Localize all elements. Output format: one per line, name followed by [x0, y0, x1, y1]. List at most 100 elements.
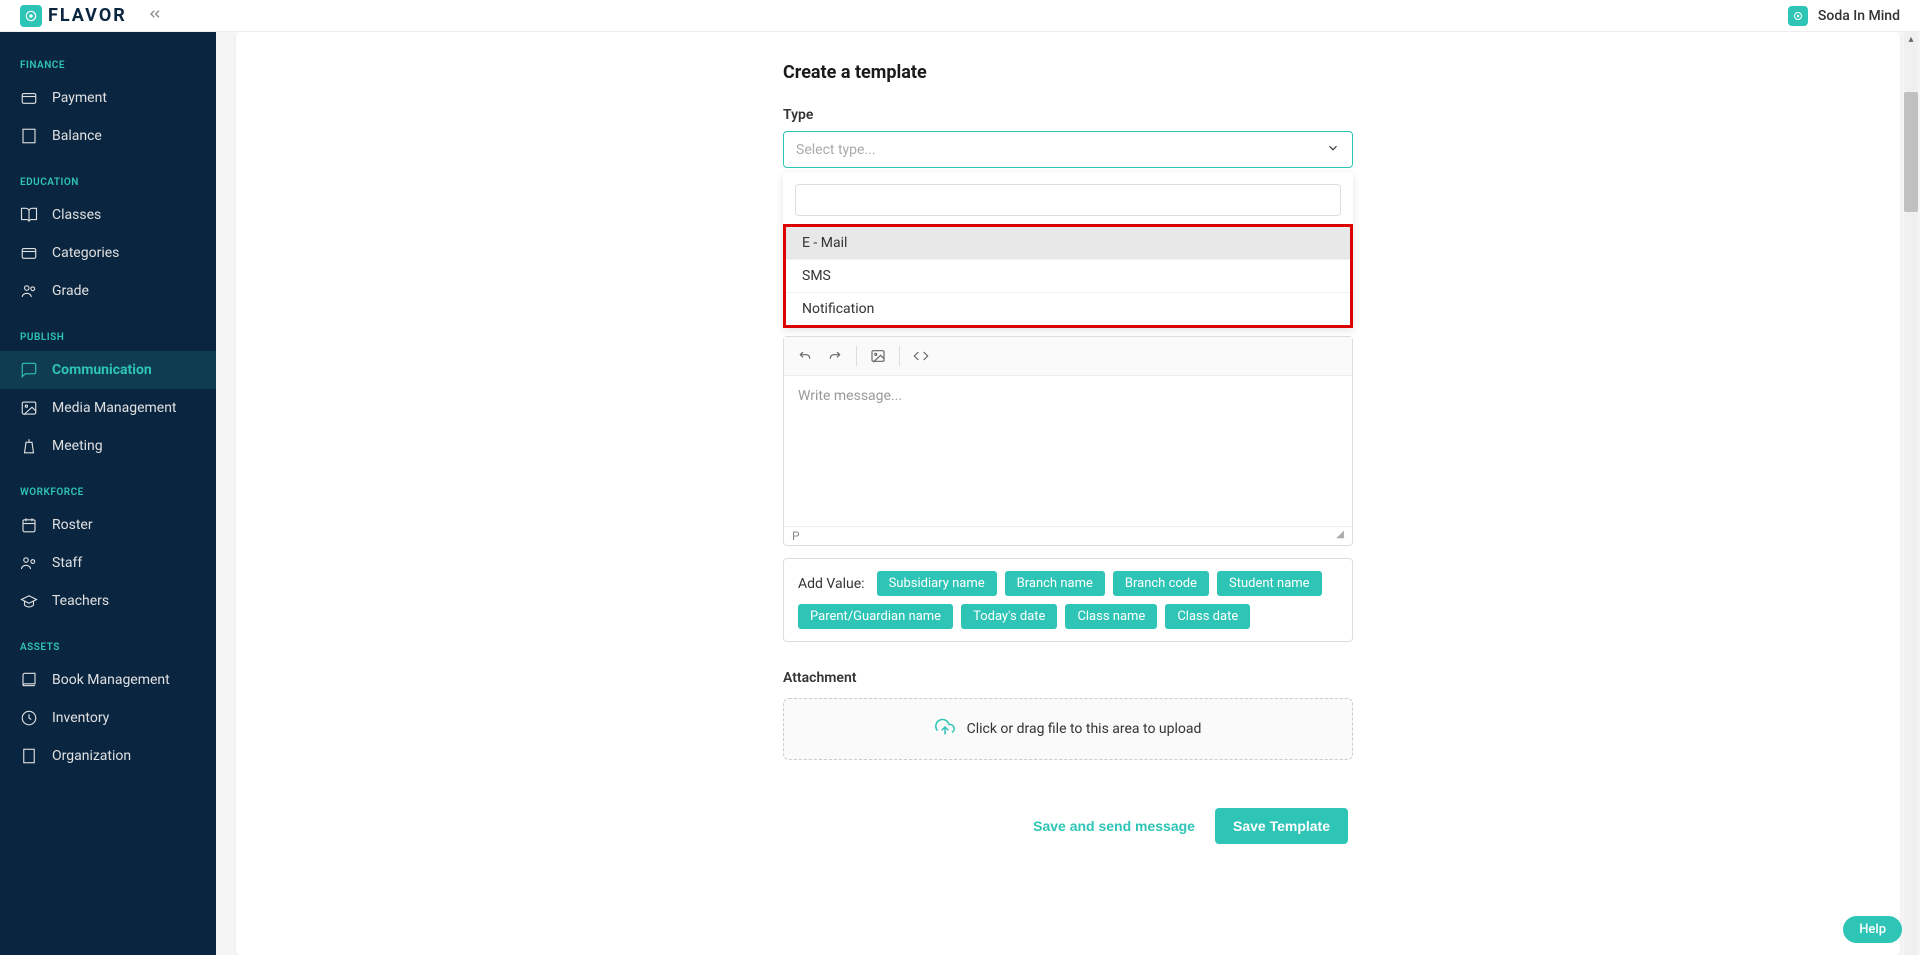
page-title: Create a template — [783, 62, 1353, 83]
form-actions: Save and send message Save Template — [783, 808, 1353, 844]
building-icon — [20, 127, 38, 145]
dropdown-options-highlight: E - MailSMSNotification — [783, 224, 1353, 328]
image-icon[interactable] — [865, 343, 891, 369]
sidebar-item-label: Roster — [52, 517, 93, 533]
sidebar-item-label: Payment — [52, 90, 107, 106]
sidebar-item-classes[interactable]: Classes — [0, 196, 216, 234]
logo[interactable]: FLAVOR — [20, 5, 127, 27]
podium-icon — [20, 437, 38, 455]
sidebar-item-label: Book Management — [52, 672, 170, 688]
dropdown-search-wrap — [795, 184, 1341, 216]
sidebar-section-title: EDUCATION — [0, 169, 216, 196]
upload-cloud-icon — [935, 717, 955, 741]
value-chip-class-date[interactable]: Class date — [1165, 604, 1250, 629]
sidebar-section-title: FINANCE — [0, 52, 216, 79]
dropdown-search-input[interactable] — [795, 184, 1341, 216]
attachment-label: Attachment — [783, 670, 1353, 686]
type-select-placeholder: Select type... — [796, 142, 876, 158]
resize-handle-icon[interactable]: ◢ — [1336, 529, 1344, 543]
image-icon — [20, 399, 38, 417]
calendar-icon — [20, 516, 38, 534]
redo-icon[interactable] — [822, 343, 848, 369]
sidebar-item-label: Teachers — [52, 593, 109, 609]
sidebar-item-communication[interactable]: Communication — [0, 351, 216, 389]
sidebar-item-staff[interactable]: Staff — [0, 544, 216, 582]
sidebar-item-media-management[interactable]: Media Management — [0, 389, 216, 427]
sidebar-item-teachers[interactable]: Teachers — [0, 582, 216, 620]
sidebar-item-grade[interactable]: Grade — [0, 272, 216, 310]
sidebar-item-label: Classes — [52, 207, 101, 223]
book-open-icon — [20, 206, 38, 224]
chat-icon — [20, 361, 38, 379]
upload-text: Click or drag file to this area to uploa… — [967, 721, 1202, 737]
sidebar-item-roster[interactable]: Roster — [0, 506, 216, 544]
sidebar-item-label: Staff — [52, 555, 82, 571]
sidebar-item-label: Inventory — [52, 710, 109, 726]
scroll-up-icon[interactable]: ▴ — [1904, 32, 1918, 46]
editor-path: P — [792, 529, 800, 543]
sidebar-section-title: PUBLISH — [0, 324, 216, 351]
logo-text: FLAVOR — [48, 5, 127, 26]
type-option-sms[interactable]: SMS — [786, 260, 1350, 293]
value-chip-parent-guardian-name[interactable]: Parent/Guardian name — [798, 604, 953, 629]
sidebar-item-label: Communication — [52, 362, 152, 378]
account-name[interactable]: Soda In Mind — [1818, 8, 1900, 24]
add-value-label: Add Value: — [798, 576, 865, 592]
sidebar-item-balance[interactable]: Balance — [0, 117, 216, 155]
sidebar-item-label: Media Management — [52, 400, 177, 416]
help-button[interactable]: Help — [1843, 916, 1902, 943]
upload-dropzone[interactable]: Click or drag file to this area to uploa… — [783, 698, 1353, 760]
sidebar-section-title: ASSETS — [0, 634, 216, 661]
toolbar-divider — [899, 346, 900, 366]
editor-statusbar: P ◢ — [784, 526, 1352, 545]
package-icon — [20, 709, 38, 727]
undo-icon[interactable] — [792, 343, 818, 369]
account-badge-icon — [1788, 6, 1808, 26]
type-option-notification[interactable]: Notification — [786, 293, 1350, 325]
scrollbar-thumb[interactable] — [1904, 92, 1918, 212]
chevron-down-icon — [1326, 140, 1340, 159]
book-icon — [20, 671, 38, 689]
logo-icon — [20, 5, 42, 27]
type-label: Type — [783, 107, 1353, 123]
sidebar-item-payment[interactable]: Payment — [0, 79, 216, 117]
value-chip-class-name[interactable]: Class name — [1065, 604, 1157, 629]
sidebar-item-label: Grade — [52, 283, 89, 299]
sidebar-item-label: Categories — [52, 245, 119, 261]
sidebar-item-label: Balance — [52, 128, 102, 144]
office-icon — [20, 747, 38, 765]
toolbar-divider — [856, 346, 857, 366]
folder-icon — [20, 244, 38, 262]
people-icon — [20, 554, 38, 572]
value-chip-subsidiary-name[interactable]: Subsidiary name — [877, 571, 997, 596]
sidebar-collapse-icon[interactable] — [147, 6, 163, 26]
editor-toolbar — [784, 337, 1352, 376]
value-chip-today-s-date[interactable]: Today's date — [961, 604, 1057, 629]
save-template-button[interactable]: Save Template — [1215, 808, 1348, 844]
sidebar-item-label: Organization — [52, 748, 131, 764]
sidebar-item-meeting[interactable]: Meeting — [0, 427, 216, 465]
editor-textarea[interactable]: Write message... — [784, 376, 1352, 526]
users-icon — [20, 282, 38, 300]
value-chip-branch-code[interactable]: Branch code — [1113, 571, 1209, 596]
save-and-send-button[interactable]: Save and send message — [1033, 818, 1195, 834]
type-option-e-mail[interactable]: E - Mail — [786, 227, 1350, 260]
sidebar: FINANCE Payment Balance EDUCATION Classes Cat… — [0, 32, 216, 955]
sidebar-section-title: WORKFORCE — [0, 479, 216, 506]
type-dropdown: E - MailSMSNotification — [783, 172, 1353, 328]
sidebar-item-label: Meeting — [52, 438, 103, 454]
message-editor: Write message... P ◢ — [783, 336, 1353, 546]
sidebar-item-inventory[interactable]: Inventory — [0, 699, 216, 737]
card-icon — [20, 89, 38, 107]
top-bar: FLAVOR Soda In Mind — [0, 0, 1920, 32]
sidebar-item-organization[interactable]: Organization — [0, 737, 216, 775]
code-icon[interactable] — [908, 343, 934, 369]
value-chip-branch-name[interactable]: Branch name — [1005, 571, 1105, 596]
sidebar-item-categories[interactable]: Categories — [0, 234, 216, 272]
value-chip-student-name[interactable]: Student name — [1217, 571, 1322, 596]
type-select[interactable]: Select type... — [783, 131, 1353, 168]
sidebar-item-book-management[interactable]: Book Management — [0, 661, 216, 699]
add-value-box: Add Value: Subsidiary name Branch name Bra… — [783, 558, 1353, 642]
main-content: ▴ Create a template Type Select type... … — [216, 32, 1920, 955]
grad-cap-icon — [20, 592, 38, 610]
